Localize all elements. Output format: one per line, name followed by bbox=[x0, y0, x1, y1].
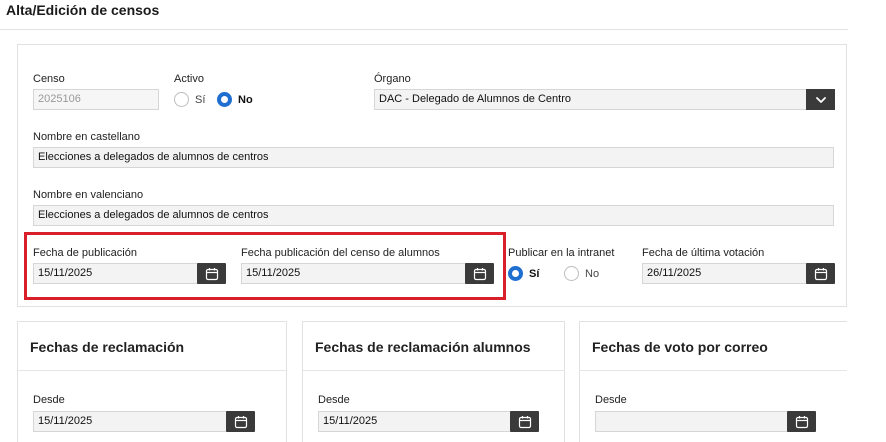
desde-input[interactable]: 15/11/2025 bbox=[33, 411, 227, 432]
activo-label: Activo bbox=[174, 73, 204, 85]
card-divider bbox=[18, 370, 286, 371]
activo-radio-no[interactable]: No bbox=[217, 92, 253, 107]
radio-label: Sí bbox=[195, 93, 206, 106]
card-divider bbox=[580, 370, 847, 371]
activo-radio-si[interactable]: Sí bbox=[174, 92, 205, 107]
organo-select[interactable]: DAC - Delegado de Alumnos de Centro bbox=[374, 89, 807, 110]
chevron-down-icon bbox=[815, 96, 826, 103]
card-title: Fechas de reclamación alumnos bbox=[315, 339, 531, 355]
calendar-icon bbox=[518, 415, 531, 428]
nombre-valenciano-input[interactable]: Elecciones a delegados de alumnos de cen… bbox=[33, 205, 834, 226]
radio-circle bbox=[174, 92, 189, 107]
desde-label: Desde bbox=[33, 394, 65, 406]
radio-circle bbox=[564, 266, 579, 281]
nombre-castellano-label: Nombre en castellano bbox=[33, 131, 141, 143]
radio-circle-selected bbox=[508, 266, 523, 281]
nombre-castellano-input[interactable]: Elecciones a delegados de alumnos de cen… bbox=[33, 147, 834, 168]
censo-field: 2025106 bbox=[33, 89, 159, 110]
publicar-intranet-radio-si[interactable]: Sí bbox=[508, 266, 539, 281]
publicar-intranet-radio-no[interactable]: No bbox=[564, 266, 599, 281]
card-title: Fechas de reclamación bbox=[30, 339, 185, 355]
card-title: Fechas de voto por correo bbox=[592, 339, 768, 355]
card-fechas-reclamacion-alumnos: Fechas de reclamación alumnos Desde 15/1… bbox=[302, 321, 565, 442]
fecha-ultima-votacion-calendar-button[interactable] bbox=[806, 263, 835, 284]
fecha-ultima-votacion-input[interactable]: 26/11/2025 bbox=[642, 263, 807, 284]
organo-label: Órgano bbox=[374, 73, 411, 85]
radio-circle-selected bbox=[217, 92, 232, 107]
desde-input[interactable]: 15/11/2025 bbox=[318, 411, 511, 432]
desde-label: Desde bbox=[595, 394, 627, 406]
calendar-icon bbox=[814, 267, 827, 280]
calendar-icon bbox=[234, 415, 247, 428]
radio-label: No bbox=[585, 267, 600, 280]
card-divider bbox=[303, 370, 564, 371]
highlight-annotation bbox=[24, 232, 506, 300]
publicar-intranet-label: Publicar en la intranet bbox=[508, 247, 615, 259]
calendar-icon bbox=[795, 415, 808, 428]
page-title: Alta/Edición de censos bbox=[6, 2, 160, 18]
organo-dropdown-button[interactable] bbox=[806, 89, 835, 110]
desde-input[interactable] bbox=[595, 411, 788, 432]
radio-label: No bbox=[238, 93, 253, 106]
desde-calendar-button[interactable] bbox=[510, 411, 539, 432]
card-fechas-reclamacion: Fechas de reclamación Desde 15/11/2025 bbox=[17, 321, 287, 442]
card-fechas-voto-correo: Fechas de voto por correo Desde bbox=[579, 321, 847, 442]
title-divider bbox=[0, 29, 848, 30]
censo-label: Censo bbox=[33, 73, 65, 85]
fecha-ultima-votacion-label: Fecha de última votación bbox=[642, 247, 765, 259]
desde-calendar-button[interactable] bbox=[226, 411, 255, 432]
desde-calendar-button[interactable] bbox=[787, 411, 816, 432]
radio-label: Sí bbox=[529, 267, 540, 280]
desde-label: Desde bbox=[318, 394, 350, 406]
nombre-valenciano-label: Nombre en valenciano bbox=[33, 189, 144, 201]
